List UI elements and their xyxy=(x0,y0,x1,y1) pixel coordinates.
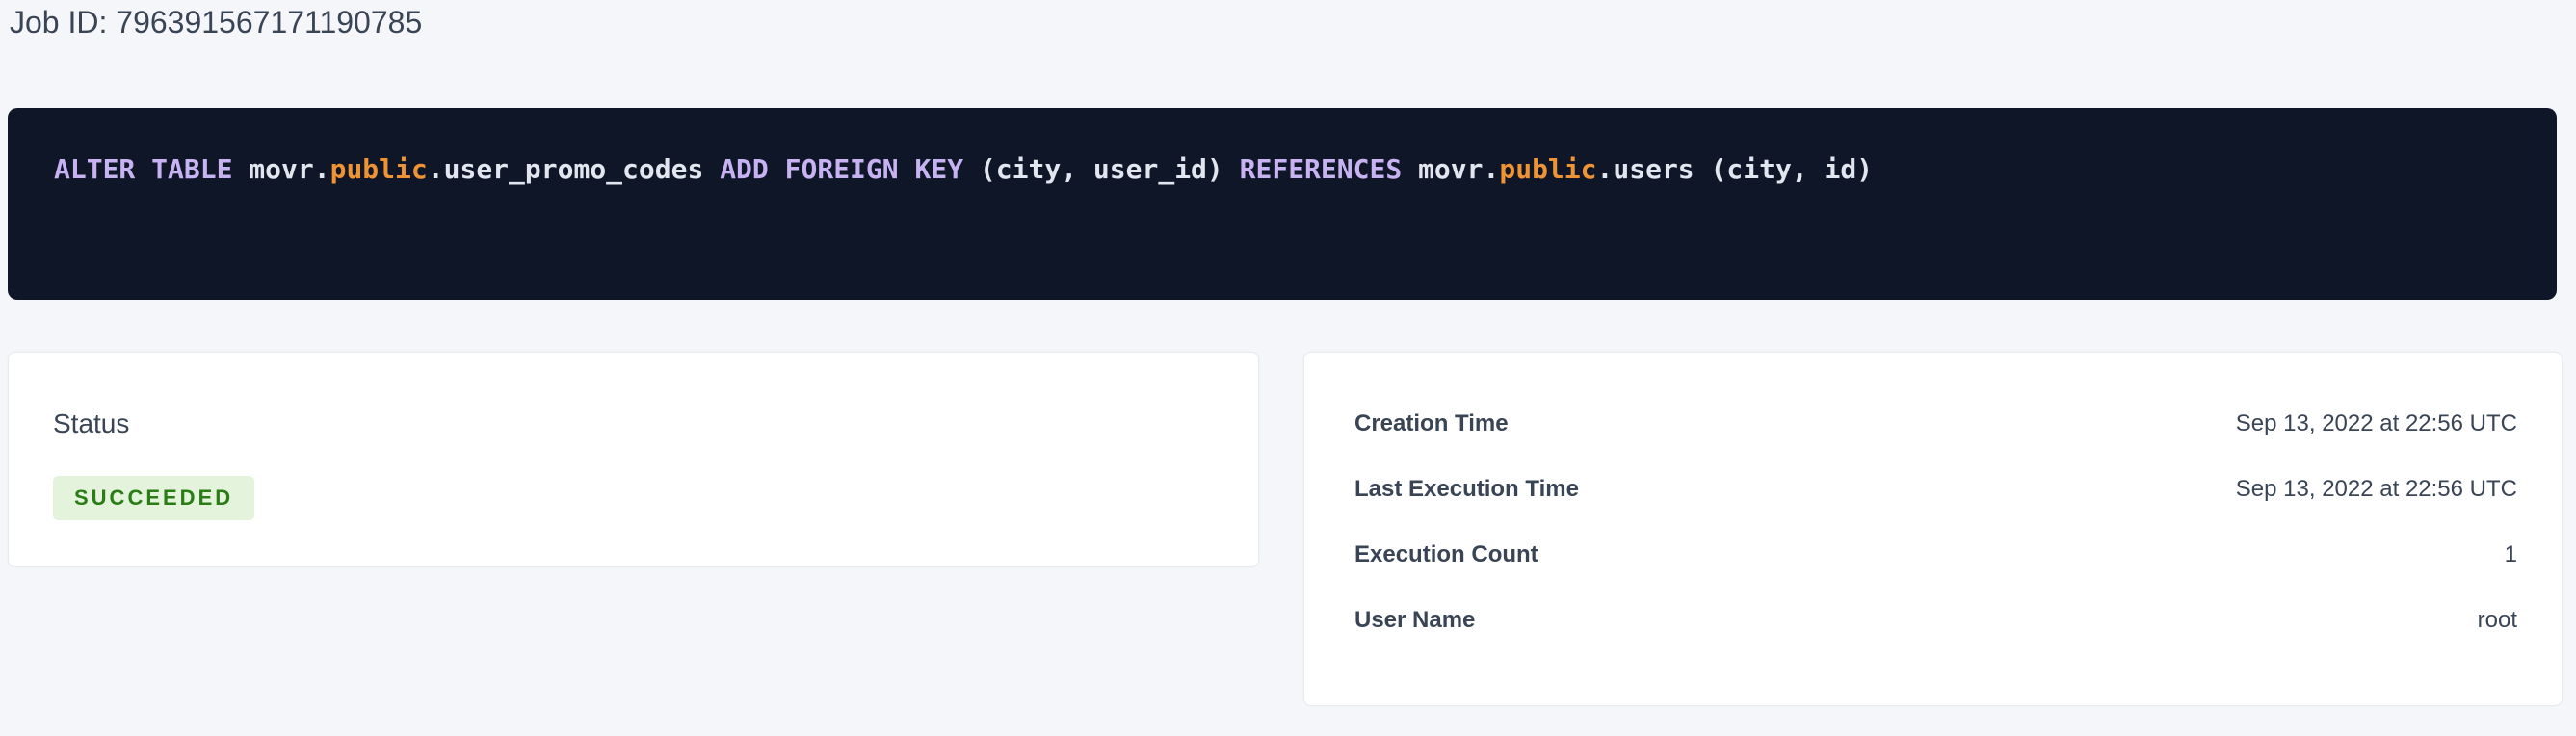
page-title: Job ID: 796391567171190785 xyxy=(0,0,2576,42)
sql-statement: ALTER TABLE movr.public.user_promo_codes… xyxy=(54,152,2510,187)
detail-row-value: Sep 13, 2022 at 22:56 UTC xyxy=(2236,476,2517,503)
detail-row: Execution Count 1 xyxy=(1354,522,2517,588)
details-card: Creation Time Sep 13, 2022 at 22:56 UTC … xyxy=(1303,352,2563,706)
status-card-heading: Status xyxy=(53,407,1214,441)
detail-row: User Name root xyxy=(1354,588,2517,653)
sql-token-identifier: movr. xyxy=(1418,153,1499,185)
sql-token-identifier: (city, user_id) xyxy=(980,153,1240,185)
sql-token-identifier: .user_promo_codes xyxy=(428,153,720,185)
detail-row: Last Execution Time Sep 13, 2022 at 22:5… xyxy=(1354,457,2517,522)
detail-row-value: 1 xyxy=(2505,541,2517,568)
sql-token-schema: public xyxy=(1499,153,1596,185)
detail-row-value: Sep 13, 2022 at 22:56 UTC xyxy=(2236,410,2517,437)
sql-token-identifier: .users (city, id) xyxy=(1597,153,1874,185)
status-card: Status SUCCEEDED xyxy=(8,352,1259,567)
sql-token-keyword: ALTER TABLE xyxy=(54,153,249,185)
detail-row-value: root xyxy=(2478,607,2517,634)
sql-token-identifier: movr. xyxy=(249,153,329,185)
status-badge: SUCCEEDED xyxy=(53,476,254,520)
sql-token-schema: public xyxy=(330,153,428,185)
sql-terminal-box: ALTER TABLE movr.public.user_promo_codes… xyxy=(8,108,2557,300)
detail-row-label: Creation Time xyxy=(1354,410,1509,437)
cards-row: Status SUCCEEDED Creation Time Sep 13, 2… xyxy=(8,352,2563,706)
sql-token-keyword: ADD FOREIGN KEY xyxy=(720,153,980,185)
sql-token-keyword: REFERENCES xyxy=(1240,153,1418,185)
detail-row-label: Execution Count xyxy=(1354,541,1538,568)
detail-row: Creation Time Sep 13, 2022 at 22:56 UTC xyxy=(1354,391,2517,457)
detail-row-label: User Name xyxy=(1354,607,1475,634)
detail-row-label: Last Execution Time xyxy=(1354,476,1579,503)
